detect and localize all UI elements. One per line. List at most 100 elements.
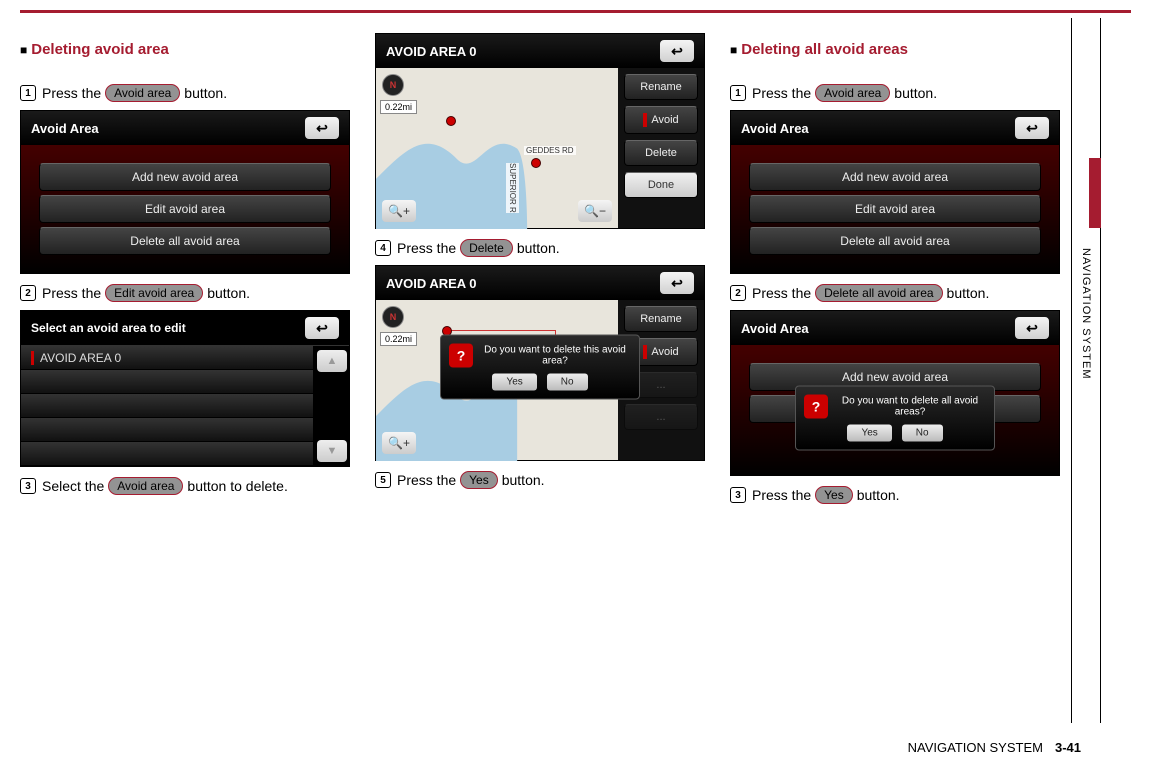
compass-icon[interactable]: N — [382, 306, 404, 328]
step-text-post: button. — [184, 85, 227, 101]
list-item[interactable] — [21, 442, 313, 466]
zoom-out-button[interactable]: 🔍− — [578, 200, 612, 222]
ui-header: Select an avoid area to edit ↩ — [21, 311, 349, 346]
list-item[interactable] — [21, 394, 313, 418]
question-icon: ? — [804, 394, 828, 418]
step-text-pre: Press the — [397, 472, 456, 488]
list-item[interactable] — [21, 418, 313, 442]
zoom-in-button[interactable]: 🔍+ — [382, 432, 416, 454]
step-number-2: 2 — [730, 285, 746, 301]
step-3: 3 Press the Yes button. — [730, 486, 1060, 504]
ui-title: AVOID AREA 0 — [386, 276, 477, 291]
rename-button[interactable]: Rename — [624, 306, 698, 332]
back-button[interactable]: ↩ — [1015, 117, 1049, 139]
step-text-post: button. — [947, 285, 990, 301]
ui-header: Avoid Area ↩ — [731, 311, 1059, 345]
step-1: 1 Press the Avoid area button. — [730, 84, 1060, 102]
ui-title: Avoid Area — [741, 121, 809, 136]
side-tab: NAVIGATION SYSTEM — [1071, 18, 1101, 723]
ui-body: Add new avoid area Edit avoid area Delet… — [21, 145, 349, 273]
pill-edit-avoid-area: Edit avoid area — [105, 284, 203, 302]
dialog-no-button[interactable]: No — [547, 373, 588, 390]
delete-button[interactable]: Delete — [624, 140, 698, 166]
ui-header: AVOID AREA 0 ↩ — [376, 34, 704, 68]
dialog-yes-button[interactable]: Yes — [492, 373, 536, 390]
list-rows: AVOID AREA 0 — [21, 346, 313, 466]
list-item[interactable]: AVOID AREA 0 — [21, 346, 313, 370]
screenshot-select-avoid-area: Select an avoid area to edit ↩ AVOID ARE… — [20, 310, 350, 467]
dialog-yes-button[interactable]: Yes — [847, 424, 891, 441]
step-text-pre: Press the — [42, 85, 101, 101]
step-text-post: button. — [857, 487, 900, 503]
ui-title: AVOID AREA 0 — [386, 44, 477, 59]
btn-edit-avoid-area[interactable]: Edit avoid area — [39, 195, 331, 223]
step-2: 2 Press the Delete all avoid area button… — [730, 284, 1060, 302]
back-button[interactable]: ↩ — [660, 40, 694, 62]
btn-delete-all-avoid-area[interactable]: Delete all avoid area — [39, 227, 331, 255]
ui-title: Avoid Area — [31, 121, 99, 136]
step-text-post: button to delete. — [187, 478, 287, 494]
heading-deleting-avoid-area: ■ Deleting avoid area — [20, 41, 350, 58]
question-icon: ? — [449, 343, 473, 367]
step-5: 5 Press the Yes button. — [375, 471, 705, 489]
step-text-pre: Press the — [397, 240, 456, 256]
step-number-3: 3 — [20, 478, 36, 494]
pill-avoid-area: Avoid area — [108, 477, 183, 495]
pill-avoid-area: Avoid area — [815, 84, 890, 102]
avoid-label: Avoid — [651, 346, 678, 358]
compass-icon[interactable]: N — [382, 74, 404, 96]
delete-dialog: ? Do you want to delete this avoid area?… — [440, 334, 640, 399]
dialog-no-button[interactable]: No — [902, 424, 943, 441]
screenshot-avoid-area-menu: Avoid Area ↩ Add new avoid area Edit avo… — [20, 110, 350, 274]
road-label: GEDDES RD — [524, 146, 576, 155]
scroll-up-button[interactable]: ▲ — [317, 350, 347, 372]
back-button[interactable]: ↩ — [305, 117, 339, 139]
step-4: 4 Press the Delete button. — [375, 239, 705, 257]
ui-header: Avoid Area ↩ — [21, 111, 349, 145]
dialog-text: Do you want to delete all avoid areas? — [834, 395, 986, 417]
scroll-col: ▲ ▼ — [313, 346, 349, 466]
avoid-marker-icon — [643, 345, 647, 359]
footer-page: 3-41 — [1055, 740, 1081, 755]
ui-header: AVOID AREA 0 ↩ — [376, 266, 704, 300]
ui-title: Select an avoid area to edit — [31, 321, 186, 335]
avoid-button[interactable]: Avoid — [624, 106, 698, 134]
zoom-in-button[interactable]: 🔍+ — [382, 200, 416, 222]
page-footer: NAVIGATION SYSTEM 3-41 — [908, 740, 1081, 755]
btn-add-new-avoid-area[interactable]: Add new avoid area — [749, 163, 1041, 191]
heading-text: Deleting all avoid areas — [741, 41, 908, 58]
scroll-down-button[interactable]: ▼ — [317, 440, 347, 462]
map-canvas[interactable]: GEDDES RD SUPERIOR R N 0.22mi 🔍+ 🔍− — [376, 68, 618, 228]
map-wrap: GEDDES RD SUPERIOR R N 0.22mi 🔍+ 🔍− Rena… — [376, 68, 704, 228]
step-3: 3 Select the Avoid area button to delete… — [20, 477, 350, 495]
column-2: AVOID AREA 0 ↩ GEDDES RD SUPERIOR R N 0.… — [375, 33, 705, 512]
list-label: AVOID AREA 0 — [40, 351, 121, 365]
marker-icon — [31, 351, 34, 365]
ui-header: Avoid Area ↩ — [731, 111, 1059, 145]
btn-delete-all-avoid-area[interactable]: Delete all avoid area — [749, 227, 1041, 255]
square-bullet-icon: ■ — [20, 43, 27, 57]
screenshot-map-avoid-area-0: AVOID AREA 0 ↩ GEDDES RD SUPERIOR R N 0.… — [375, 33, 705, 229]
ui-title: Avoid Area — [741, 321, 809, 336]
pill-yes: Yes — [815, 486, 853, 504]
step-1: 1 Press the Avoid area button. — [20, 84, 350, 102]
step-text-pre: Press the — [752, 285, 811, 301]
back-button[interactable]: ↩ — [660, 272, 694, 294]
rename-button[interactable]: Rename — [624, 74, 698, 100]
step-text-pre: Press the — [42, 285, 101, 301]
step-2: 2 Press the Edit avoid area button. — [20, 284, 350, 302]
screenshot-map-delete-dialog: AVOID AREA 0 ↩ GEDDES RD N 0.22mi 🔍+ Ren… — [375, 265, 705, 461]
list-item[interactable] — [21, 370, 313, 394]
delete-all-dialog: ? Do you want to delete all avoid areas?… — [795, 385, 995, 450]
btn-add-new-avoid-area[interactable]: Add new avoid area — [39, 163, 331, 191]
done-button[interactable]: Done — [624, 172, 698, 198]
back-button[interactable]: ↩ — [1015, 317, 1049, 339]
back-button[interactable]: ↩ — [305, 317, 339, 339]
btn-edit-avoid-area[interactable]: Edit avoid area — [749, 195, 1041, 223]
map-marker-icon — [446, 116, 456, 126]
scale-label: 0.22mi — [380, 100, 417, 114]
screenshot-delete-all-dialog: Avoid Area ↩ Add new avoid area Edit avo… — [730, 310, 1060, 476]
footer-section: NAVIGATION SYSTEM — [908, 740, 1043, 755]
square-bullet-icon: ■ — [730, 43, 737, 57]
list-wrap: AVOID AREA 0 ▲ ▼ — [21, 346, 349, 466]
